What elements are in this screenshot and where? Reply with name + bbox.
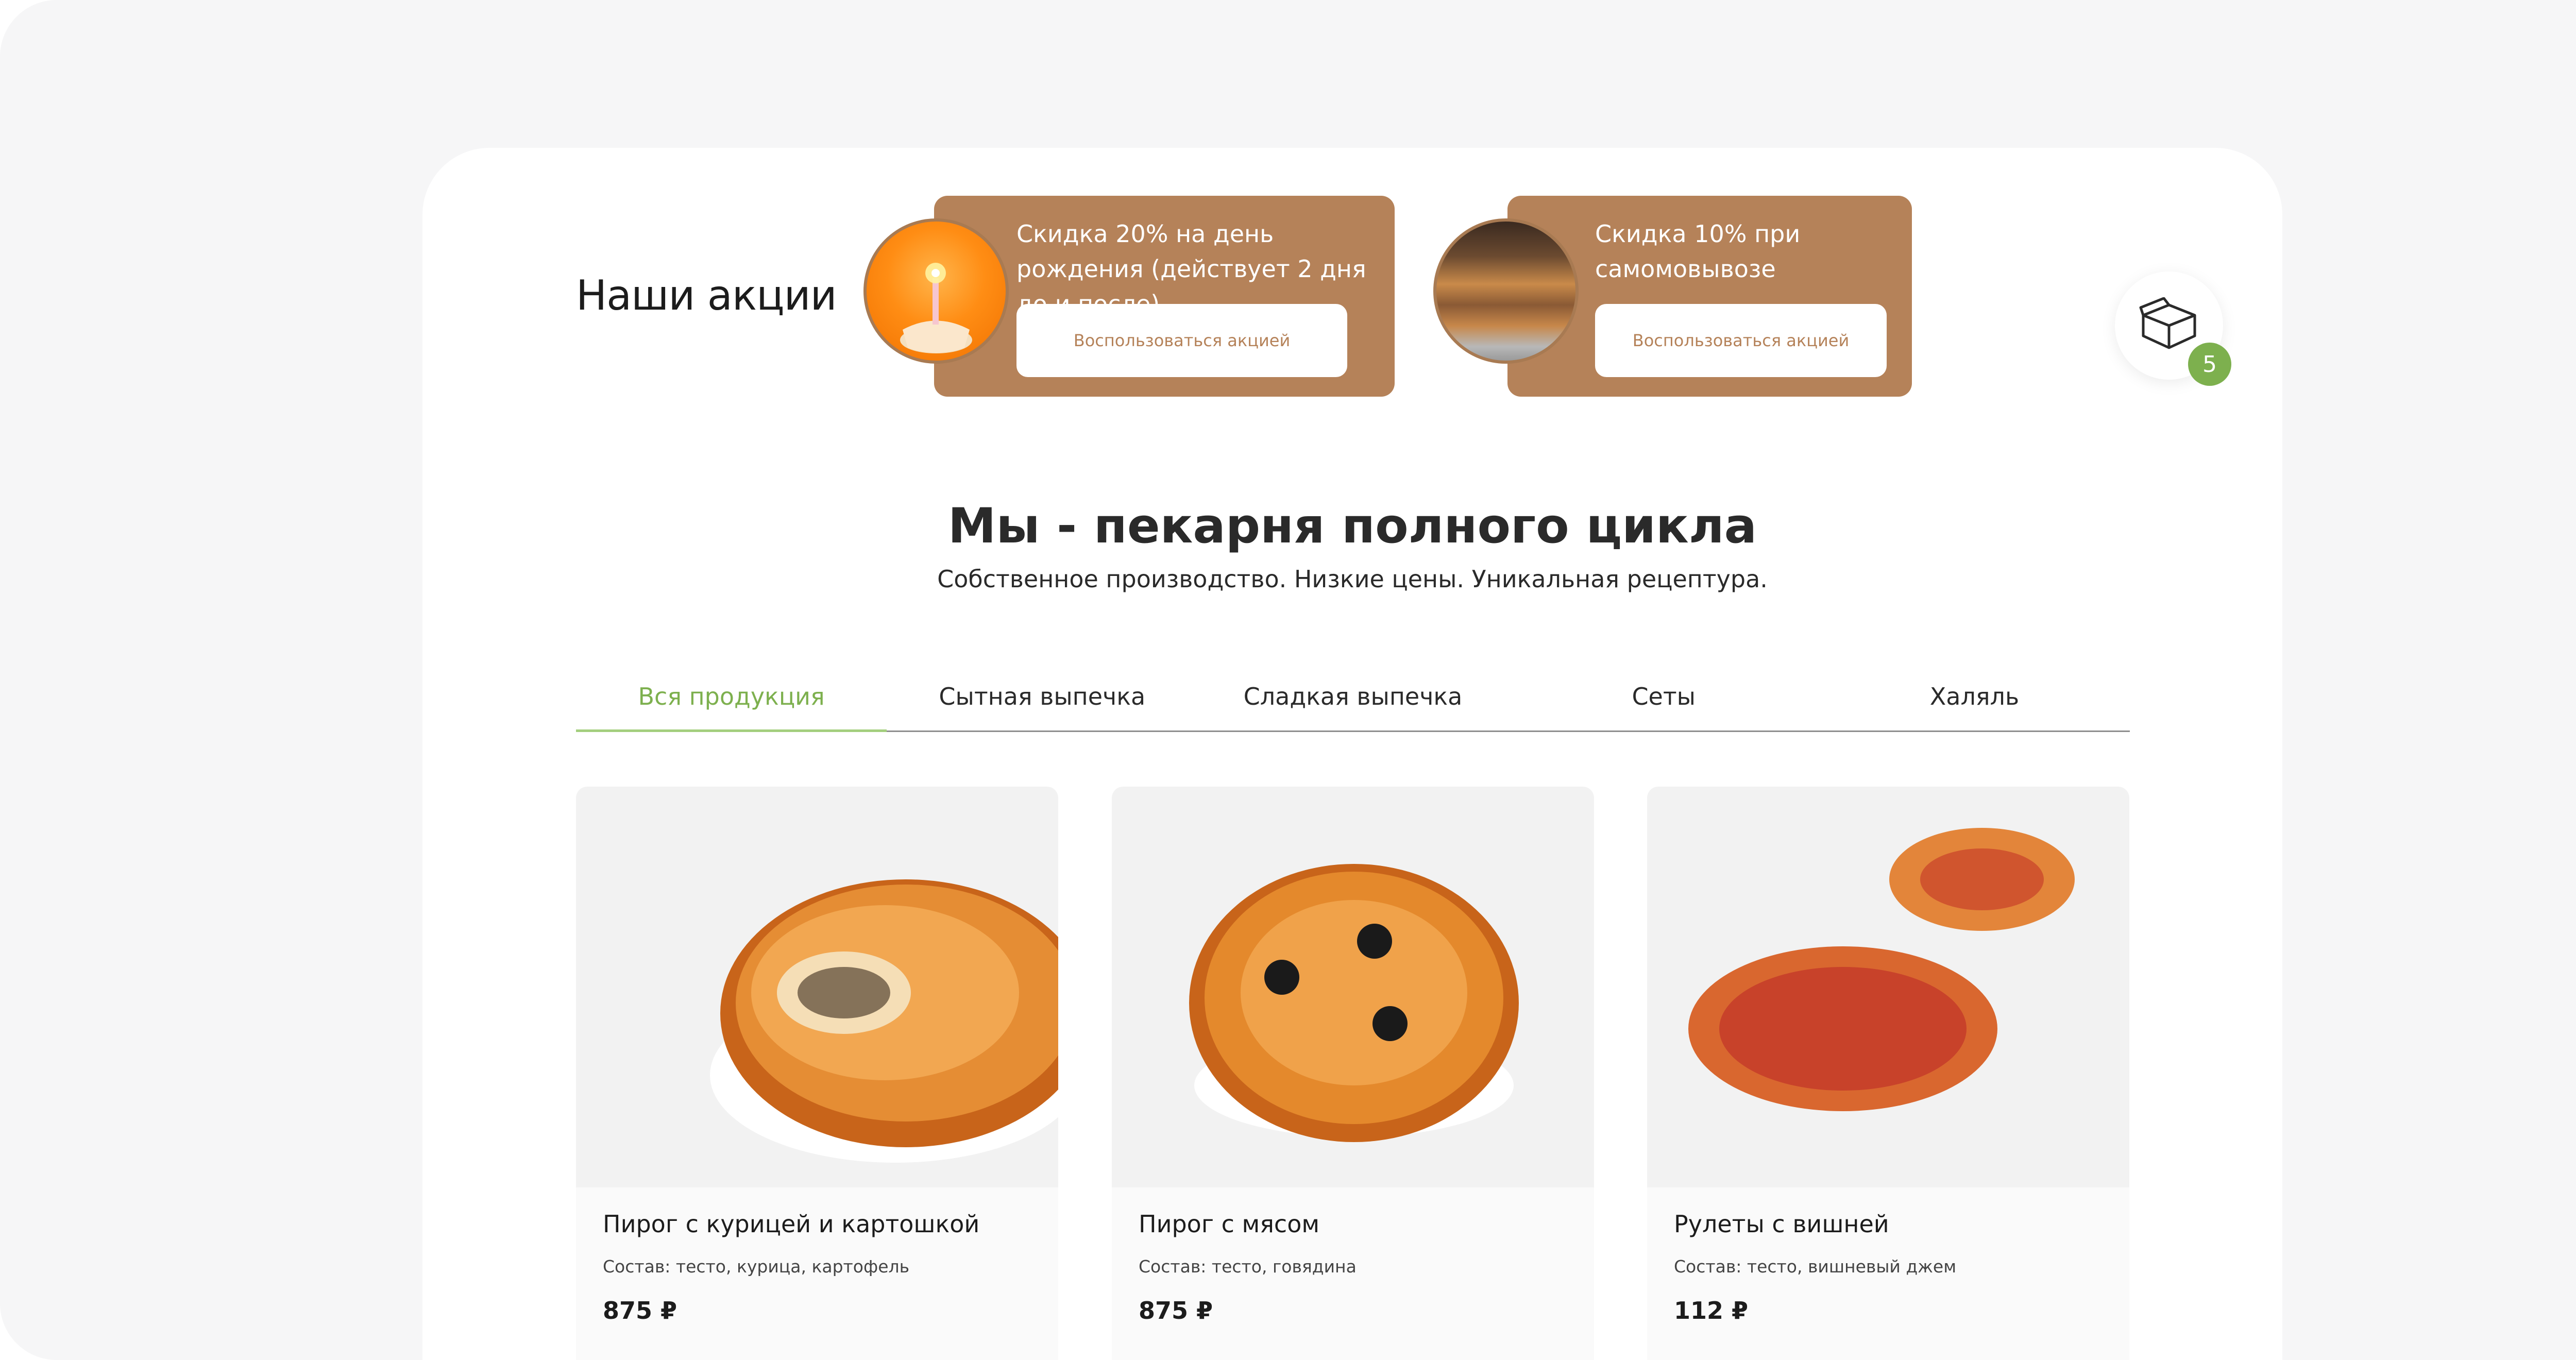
product-image	[1647, 787, 2129, 1187]
product-composition: Состав: тесто, вишневый джем	[1674, 1256, 1957, 1277]
product-name: Пирог с курицей и картошкой	[603, 1210, 980, 1238]
product-card[interactable]: Пирог с курицей и картошкой Состав: тест…	[576, 787, 1058, 1360]
promotions-title: Наши акции	[576, 271, 837, 319]
tab-sweet-pastry[interactable]: Сладкая выпечка	[1197, 668, 1508, 730]
bakery-showcase-image	[1433, 218, 1579, 364]
page-subtitle: Собственное производство. Низкие цены. У…	[937, 565, 1768, 593]
product-image	[1112, 787, 1594, 1187]
product-composition: Состав: тесто, курица, картофель	[603, 1256, 910, 1277]
tab-halal[interactable]: Халяль	[1819, 668, 2130, 730]
product-image	[576, 787, 1058, 1187]
product-name: Пирог с мясом	[1139, 1210, 1320, 1238]
product-price: 875 ₽	[603, 1297, 677, 1324]
use-promo-button[interactable]: Воспользоваться акцией	[1016, 304, 1347, 377]
product-composition: Состав: тесто, говядина	[1139, 1256, 1357, 1277]
product-card[interactable]: Рулеты с вишней Состав: тесто, вишневый …	[1647, 787, 2129, 1360]
category-tabs: Вся продукция Сытная выпечка Сладкая вып…	[576, 668, 2130, 732]
screen-frame: Наши акции Скидка 20% на день рождения (…	[0, 0, 2576, 1360]
promo-text: Скидка 10% при самомовывозе	[1595, 220, 1801, 283]
cart-count-badge: 5	[2188, 343, 2231, 386]
tab-all-products[interactable]: Вся продукция	[576, 668, 887, 732]
box-icon	[2139, 297, 2196, 349]
product-price: 112 ₽	[1674, 1297, 1749, 1324]
product-price: 875 ₽	[1139, 1297, 1213, 1324]
page-title: Мы - пекарня полного цикла	[947, 498, 1757, 554]
product-name: Рулеты с вишней	[1674, 1210, 1889, 1238]
tab-sets[interactable]: Сеты	[1509, 668, 1819, 730]
use-promo-button[interactable]: Воспользоваться акцией	[1595, 304, 1887, 377]
product-card[interactable]: Пирог с мясом Состав: тесто, говядина 87…	[1112, 787, 1594, 1360]
tab-savory-pastry[interactable]: Сытная выпечка	[887, 668, 1197, 730]
birthday-cupcake-image	[863, 218, 1009, 364]
page-container: Наши акции Скидка 20% на день рождения (…	[422, 148, 2282, 1360]
